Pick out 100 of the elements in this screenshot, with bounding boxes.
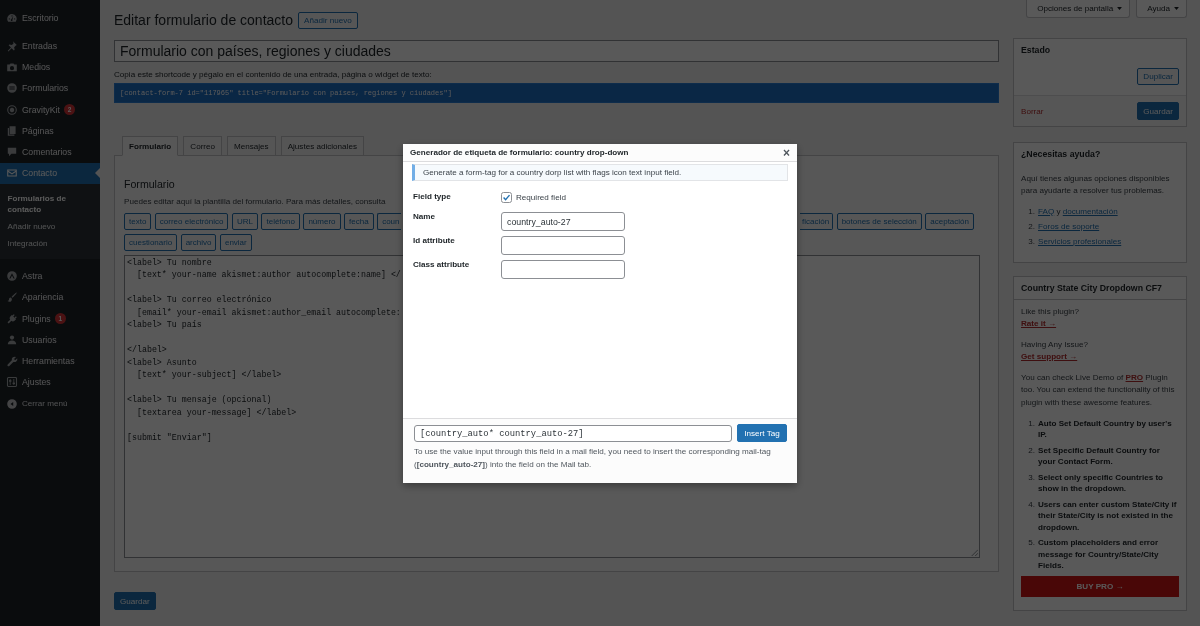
screen-meta-tab[interactable]: Ayuda [1136, 0, 1187, 18]
tag-insert-button[interactable]: aceptación [925, 213, 974, 230]
field-label: Name [413, 211, 437, 223]
camera-icon [6, 61, 18, 74]
checkbox-label: Required field [516, 192, 566, 204]
feature-text: Custom placeholders and error message for Country/State/City Fields. [1038, 537, 1160, 572]
tag-insert-button[interactable]: texto [124, 213, 152, 230]
sidebar-item[interactable]: Entradas [0, 35, 100, 57]
connector-word: y [1056, 206, 1061, 216]
help-link[interactable]: FAQ [1038, 206, 1055, 216]
pro-link[interactable]: PRO [1125, 373, 1144, 382]
tag-insert-button[interactable]: archivo [180, 234, 217, 251]
list-number: 2. [1027, 444, 1035, 457]
code-line: <label> Tu correo electrónico [127, 294, 272, 307]
section-heading: Formulario [124, 177, 175, 191]
sidebar-item[interactable]: Páginas [0, 120, 100, 142]
screen-meta-tab[interactable]: Opciones de pantalla [1026, 0, 1131, 18]
gauge-icon [6, 12, 18, 25]
tag-insert-button[interactable]: botones de selección [836, 213, 922, 230]
mail-tag-note: To use the value input through this field in a mail field, you need to insert the corresponding mail-tag ([country_auto-27]) into the field on the Mail tab. [414, 446, 772, 471]
list-number: 2. [1027, 220, 1035, 233]
box-title: ¿Necesitas ayuda? [1020, 148, 1102, 160]
sidebar-item[interactable]: Ajustes [0, 371, 100, 393]
submenu-item[interactable]: Formularios de contacto [0, 190, 100, 219]
code-line: [submit "Enviar"] [127, 431, 212, 444]
text-field[interactable] [501, 236, 625, 255]
add-new-button[interactable]: Añadir nuevo [298, 12, 358, 29]
sidebar-item[interactable]: Formularios [0, 77, 100, 100]
tag-insert-button[interactable]: ficación [800, 213, 834, 230]
sidebar-item[interactable]: Comentarios [0, 141, 100, 163]
sidebar-item[interactable]: Apariencia [0, 286, 100, 308]
tag-insert-button[interactable]: teléfono [261, 213, 300, 230]
text-field[interactable] [501, 260, 625, 279]
plug-icon [6, 312, 18, 325]
plugin-link[interactable]: Get support → [1021, 351, 1078, 363]
code-line: <label> Tu nombre [127, 256, 212, 269]
sidebar-item[interactable]: Astra [0, 265, 100, 287]
code-line: <label> Asunto [127, 356, 197, 369]
plugin-link[interactable]: Rate it → [1021, 318, 1057, 330]
help-link[interactable]: Foros de soporte [1038, 221, 1100, 231]
tag-insert-button[interactable]: fecha [344, 213, 374, 230]
text-field[interactable]: country_auto-27 [501, 212, 625, 231]
duplicate-button[interactable]: Duplicar [1137, 68, 1179, 85]
tab[interactable]: Correo [183, 136, 223, 156]
delete-link[interactable]: Borrar [1021, 106, 1044, 116]
feature-text: Auto Set Default Country by user's IP. [1038, 417, 1173, 441]
tag-insert-button[interactable]: URL [231, 213, 258, 230]
tab[interactable]: Mensajes [227, 136, 276, 156]
code-line: </label> [127, 344, 167, 357]
feature-text: Select only specific Countries to show in the dropdown. [1038, 471, 1165, 495]
list-number: 4. [1027, 498, 1035, 511]
code-line: [textarea your-message] </label> [135, 406, 297, 419]
sliders-icon [6, 376, 18, 389]
code-line: [text* your-name akismet:author autocomplete:name] </ [135, 269, 401, 282]
user-icon [6, 333, 18, 346]
sidebar-item[interactable]: Usuarios [0, 329, 100, 351]
help-link[interactable]: documentación [1062, 206, 1118, 216]
resize-grip-icon[interactable] [971, 549, 978, 556]
sidebar-item[interactable]: Contacto [0, 162, 100, 185]
paintbrush-icon [6, 291, 18, 304]
notice-message: Generate a form-tag for a country dorp list with flags icon text input field. [412, 164, 788, 181]
code-line: [text* your-subject] </label> [135, 369, 282, 382]
save-button[interactable]: Guardar [114, 592, 156, 610]
list-number: 1. [1027, 205, 1035, 218]
feature-text: Set Specific Default Country for your Contact Form. [1038, 444, 1161, 468]
save-button[interactable]: Guardar [1137, 102, 1179, 120]
tab[interactable]: Ajustes adicionales [280, 136, 364, 156]
help-link[interactable]: Servicios profesionales [1038, 236, 1122, 246]
wrench-icon [6, 355, 18, 368]
tag-code-field[interactable]: [country_auto* country_auto-27] [414, 425, 732, 442]
tab[interactable]: Formulario [122, 136, 179, 156]
field-label: Field type [413, 191, 452, 203]
dialog-title: Generador de etiqueta de formulario: country drop-down [410, 146, 629, 159]
tag-insert-button[interactable]: número [303, 213, 341, 230]
envelope-icon [6, 167, 18, 180]
tag-insert-button[interactable]: enviar [219, 234, 252, 251]
tag-insert-button[interactable]: cuestionario [124, 234, 178, 251]
page-title: Editar formulario de contacto [114, 12, 293, 29]
sidebar-item[interactable]: Escritorio [0, 7, 100, 29]
code-line: <label> Tu mensaje (opcional) [127, 394, 272, 407]
field-label: Id attribute [413, 235, 456, 247]
insert-tag-button[interactable]: Insert Tag [737, 424, 787, 442]
tag-insert-button[interactable]: correo electrónico [154, 213, 229, 230]
feature-text: Users can enter custom State/City if their State/City is not existed in the dropdown. [1038, 498, 1178, 534]
buy-pro-button[interactable]: BUY PRO → [1021, 576, 1179, 598]
title-field[interactable]: Formulario con países, regiones y ciudades [114, 40, 999, 62]
sidebar-item[interactable]: Medios [0, 56, 100, 78]
tag-insert-button[interactable]: coun [377, 213, 402, 230]
close-button[interactable]: × [781, 145, 792, 160]
caret-icon [1174, 7, 1179, 10]
required-checkbox[interactable] [501, 192, 512, 203]
caret-icon [1117, 7, 1123, 10]
field-label: Class attribute [413, 259, 471, 271]
code-line: <label> Tu país [127, 319, 202, 332]
speech-bubble-icon [6, 146, 18, 159]
box-title: Estado [1020, 44, 1052, 56]
list-number: 1. [1027, 417, 1035, 430]
sidebar-item[interactable]: Herramientas [0, 350, 100, 372]
box-title: Country State City Dropdown CF7 [1014, 277, 1186, 300]
pin-icon [6, 39, 18, 52]
